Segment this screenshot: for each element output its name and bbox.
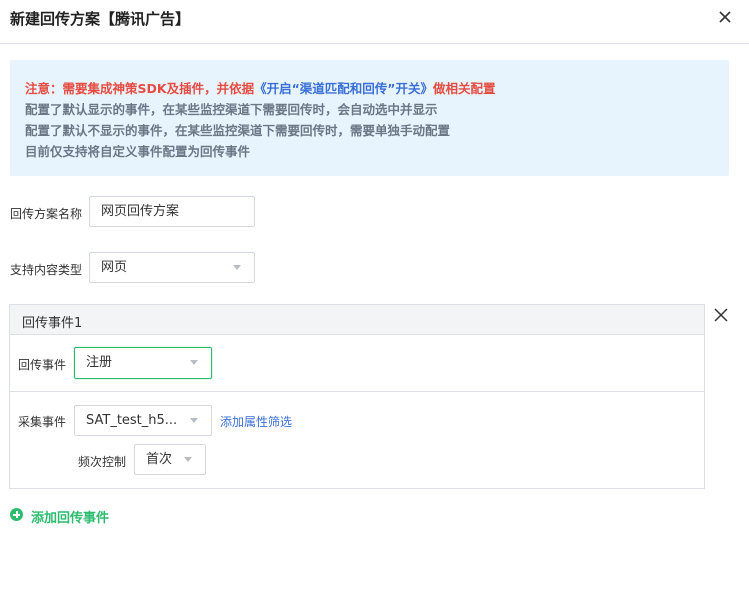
add-filter-link[interactable]: 添加属性筛选: [220, 413, 292, 430]
content-type-select[interactable]: 网页: [89, 252, 255, 283]
return-event-row: 回传事件 注册: [10, 335, 704, 392]
content-type-value: 网页: [101, 260, 128, 275]
return-event-select[interactable]: 注册: [74, 347, 212, 379]
return-event-value: 注册: [86, 355, 113, 370]
add-return-event-label: 添加回传事件: [31, 511, 110, 526]
close-icon[interactable]: [716, 8, 734, 26]
frequency-select[interactable]: 首次: [134, 444, 206, 475]
frequency-label: 频次控制: [78, 455, 127, 469]
collect-event-label: 采集事件: [18, 415, 67, 429]
notice-suffix: 做相关配置: [433, 81, 496, 96]
notice-line-1: 注意：需要集成神策SDK及插件，并依据《开启“渠道匹配和回传”开关》做相关配置: [25, 78, 496, 97]
content-type-label: 支持内容类型: [10, 263, 83, 277]
dialog-header: 新建回传方案【腾讯广告】: [0, 0, 749, 44]
event-card-title: 回传事件1: [22, 316, 83, 331]
chevron-down-icon: [190, 360, 198, 365]
chevron-down-icon: [190, 418, 198, 423]
notice-line-2: 配置了默认显示的事件，在某些监控渠道下需要回传时，会自动选中并显示: [25, 102, 438, 117]
remove-event-icon[interactable]: [713, 307, 729, 323]
chevron-down-icon: [233, 265, 241, 270]
scheme-name-label: 回传方案名称: [10, 207, 83, 221]
notice-config-link[interactable]: 《开启“渠道匹配和回传”开关》: [254, 81, 433, 96]
chevron-down-icon: [184, 457, 192, 462]
frequency-value: 首次: [146, 452, 173, 467]
return-event-label: 回传事件: [18, 358, 67, 372]
notice-panel: 注意：需要集成神策SDK及插件，并依据《开启“渠道匹配和回传”开关》做相关配置 …: [10, 60, 729, 176]
notice-line-4: 目前仅支持将自定义事件配置为回传事件: [25, 144, 251, 159]
collect-event-select[interactable]: SAT_test_h5...: [74, 405, 212, 436]
notice-prefix: 注意：需要集成神策SDK及插件，并依据: [25, 81, 255, 96]
collect-event-value: SAT_test_h5...: [86, 413, 178, 428]
scheme-name-input[interactable]: 网页回传方案: [89, 196, 255, 227]
notice-line-3: 配置了默认不显示的事件，在某些监控渠道下需要回传时，需要单独手动配置: [25, 123, 451, 138]
plus-circle-icon: [10, 508, 23, 521]
event-card-header: 回传事件1: [10, 305, 704, 335]
dialog-title: 新建回传方案【腾讯广告】: [10, 10, 191, 28]
return-event-card: 回传事件1 回传事件 注册 采集事件 SAT_test_h5... 添加属性筛选…: [9, 304, 705, 489]
